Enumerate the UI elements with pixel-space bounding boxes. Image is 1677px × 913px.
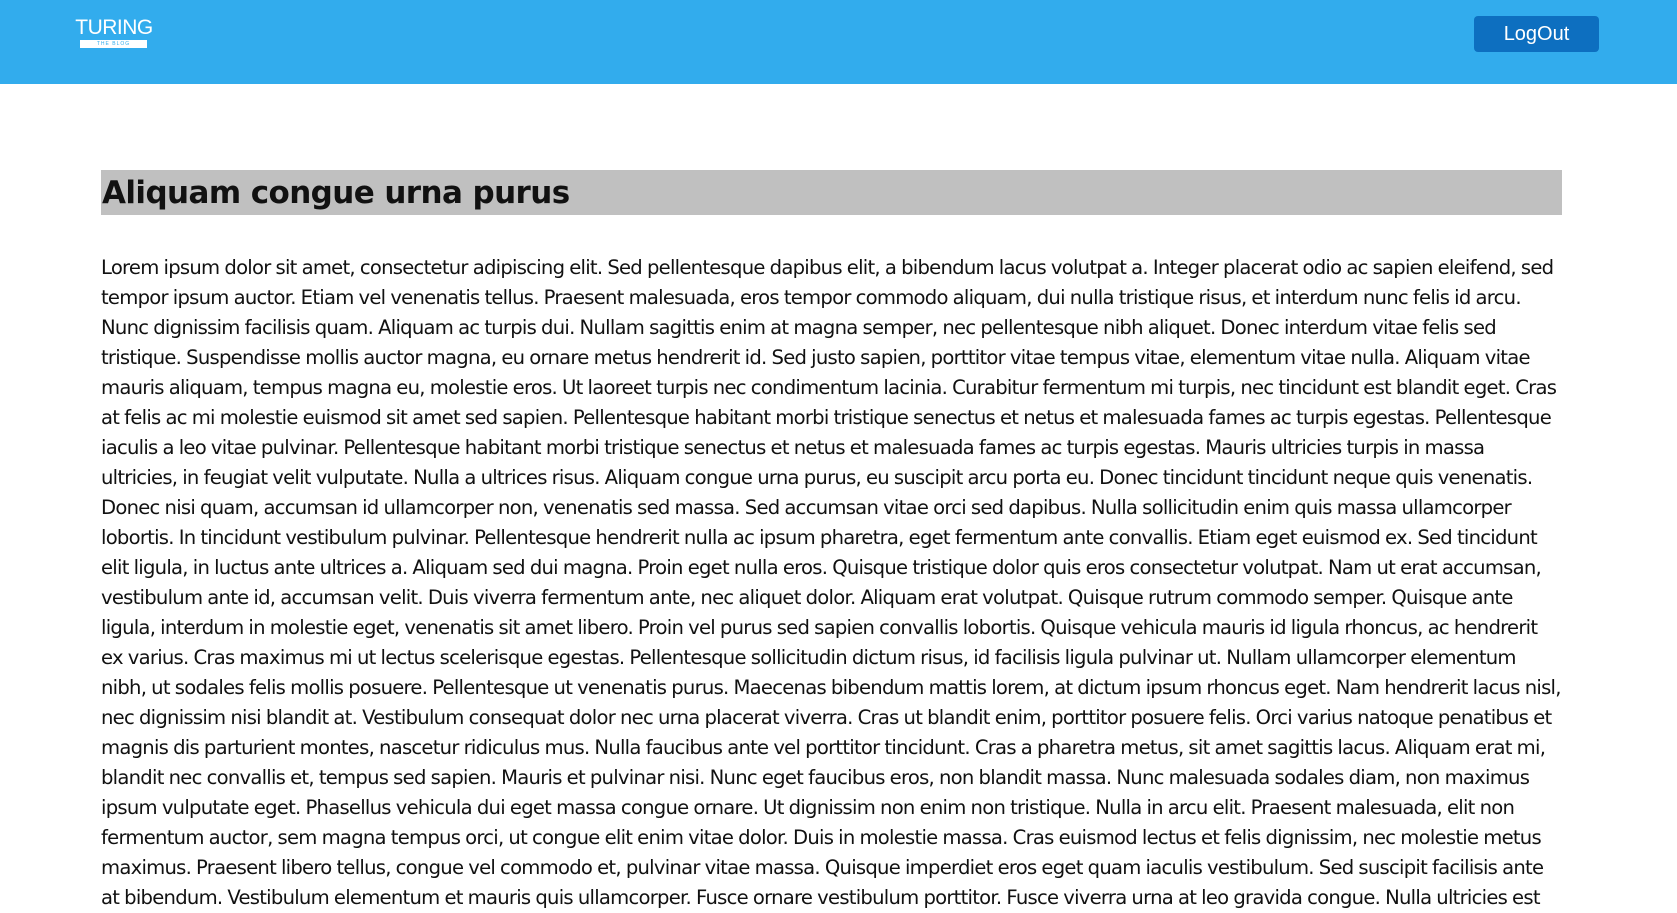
logo-title: TURING	[75, 16, 153, 39]
top-header: TURING THE BLOG LogOut	[0, 0, 1677, 84]
post-content: Aliquam congue urna purus Lorem ipsum do…	[101, 170, 1562, 913]
post-body: Lorem ipsum dolor sit amet, consectetur …	[101, 256, 1561, 909]
logo-subtitle: THE BLOG	[96, 41, 131, 47]
post-title: Aliquam congue urna purus	[101, 170, 1562, 215]
blog-logo[interactable]: TURING THE BLOG	[73, 17, 155, 49]
logo-subtitle-bar: THE BLOG	[80, 40, 147, 48]
logout-button[interactable]: LogOut	[1474, 16, 1599, 52]
